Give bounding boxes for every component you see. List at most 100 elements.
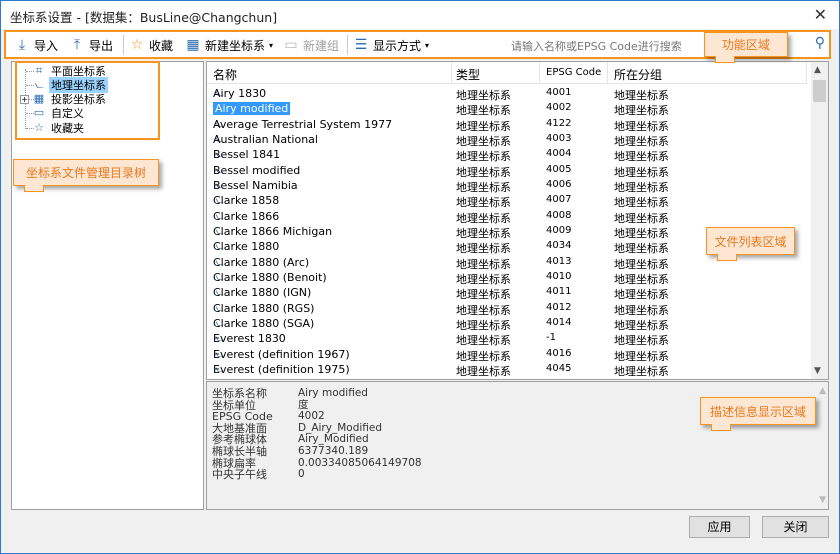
epsg-cell: 4003 — [546, 132, 572, 144]
favorite-label: 收藏 — [149, 38, 174, 53]
table-row[interactable]: ⦦ Clarke 1866 地理坐标系 4008 地理坐标系 — [207, 209, 807, 225]
epsg-cell: 4004 — [546, 148, 572, 160]
epsg-cell: 4045 — [546, 362, 572, 374]
table-row[interactable]: ⦦ Clarke 1880 (RGS) 地理坐标系 4012 地理坐标系 — [207, 301, 807, 317]
name-text: Clarke 1880 (Arc) — [213, 255, 310, 269]
table-row[interactable]: ⦦ Bessel Namibia 地理坐标系 4006 地理坐标系 — [207, 178, 807, 194]
star-icon: ☆ — [130, 37, 144, 53]
description-value: 6377340.189 — [298, 445, 369, 457]
favorite-button[interactable]: ☆ 收藏 — [129, 36, 173, 54]
new-cs-label: 新建坐标系 — [205, 38, 266, 53]
window-title: 坐标系设置 - [数据集：BusLine@Changchun] — [10, 10, 278, 25]
name-text: Bessel Namibia — [213, 178, 298, 192]
table-row[interactable]: ⦦Airy modified 地理坐标系 4002 地理坐标系 — [207, 101, 807, 117]
table-row[interactable]: ⦦ Average Terrestrial System 1977 地理坐标系 4… — [207, 117, 807, 133]
type-cell: 地理坐标系 — [456, 364, 511, 378]
epsg-cell: 4122 — [546, 117, 572, 129]
scrollbar-thumb[interactable] — [813, 80, 826, 102]
close-icon[interactable]: ✕ — [814, 5, 827, 24]
epsg-cell: 4013 — [546, 255, 572, 267]
scroll-down-icon[interactable]: ▼ — [814, 366, 821, 376]
description-label: 坐标系名称 — [212, 387, 267, 400]
display-mode-button[interactable]: ☰ 显示方式 ▾ — [353, 36, 429, 54]
epsg-cell: 4008 — [546, 209, 572, 221]
epsg-cell: -1 — [546, 332, 556, 344]
callout-list: 文件列表区域 — [706, 227, 795, 261]
list-scrollbar[interactable]: ▲ ▼ — [811, 62, 828, 379]
callout-tree: 坐标系文件管理目录树 — [13, 159, 159, 192]
coordinate-system-dialog: 坐标系设置 - [数据集：BusLine@Changchun] ✕ ⤓ 导入 ⤒ 导… — [0, 0, 840, 554]
callout-toolbar: 功能区域 — [704, 32, 788, 63]
name-text: Everest (definition 1967) — [213, 347, 350, 361]
description-value: Airy modified — [298, 387, 368, 399]
table-row[interactable]: ⦦ Airy 1830 地理坐标系 4001 地理坐标系 — [207, 86, 807, 102]
divider — [123, 35, 124, 55]
epsg-cell: 4016 — [546, 347, 572, 359]
description-label: 椭球长半轴 — [212, 445, 267, 458]
scroll-up-icon: ▲ — [819, 386, 826, 396]
epsg-cell: 4005 — [546, 163, 572, 175]
table-row[interactable]: ⦦ Bessel 1841 地理坐标系 4004 地理坐标系 — [207, 147, 807, 163]
table-row[interactable]: ⦦ Bessel modified 地理坐标系 4005 地理坐标系 — [207, 163, 807, 179]
name-text: Clarke 1880 (Benoit) — [213, 270, 327, 284]
epsg-cell: 4012 — [546, 301, 572, 313]
column-name[interactable]: 名称 — [213, 66, 237, 83]
name-text: Clarke 1880 (SGA) — [213, 316, 315, 330]
file-list: 名称 类型 EPSG Code 所在分组 ⦦ Airy 1830 地理坐标系 40… — [206, 61, 829, 380]
column-type[interactable]: 类型 — [456, 66, 480, 83]
close-button[interactable]: 关闭 — [762, 516, 829, 538]
table-row[interactable]: ⦦ Clarke 1880 (Benoit) 地理坐标系 4010 地理坐标系 — [207, 270, 807, 286]
name-text: Clarke 1866 — [213, 209, 280, 223]
name-text: Airy 1830 — [213, 87, 267, 100]
epsg-cell: 4011 — [546, 286, 572, 298]
table-row[interactable]: ⦦ Everest 1830 地理坐标系 -1 地理坐标系 — [207, 331, 807, 347]
search-input[interactable]: 请输入名称或EPSG Code进行搜索 — [511, 38, 682, 54]
description-value: 0.00334085064149708 — [298, 456, 422, 469]
export-button[interactable]: ⤒ 导出 — [69, 36, 113, 54]
scroll-down-icon: ▼ — [819, 495, 826, 505]
name-text: Everest 1830 — [213, 332, 286, 346]
table-row[interactable]: ⦦ Everest (definition 1967) 地理坐标系 4016 地理… — [207, 347, 807, 363]
name-text: Clarke 1880 (IGN) — [213, 286, 312, 300]
name-text: Clarke 1866 Michigan — [213, 224, 333, 238]
export-label: 导出 — [89, 38, 114, 53]
callout-description: 描述信息显示区域 — [700, 397, 816, 431]
list-view-icon: ☰ — [354, 37, 368, 53]
new-coordinate-system-button[interactable]: ▦ 新建坐标系 ▾ — [185, 36, 273, 54]
title-bar: 坐标系设置 - [数据集：BusLine@Changchun] ✕ — [1, 1, 839, 29]
display-mode-label: 显示方式 — [373, 38, 422, 53]
table-row[interactable]: ⦦ Clarke 1880 (IGN) 地理坐标系 4011 地理坐标系 — [207, 285, 807, 301]
name-text: Clarke 1880 — [213, 240, 280, 254]
apply-button[interactable]: 应用 — [689, 516, 750, 538]
table-row[interactable]: ⦦ Clarke 1858 地理坐标系 4007 地理坐标系 — [207, 193, 807, 209]
table-row[interactable]: ⦦ Australian National 地理坐标系 4003 地理坐标系 — [207, 132, 807, 148]
new-group-button[interactable]: ▭ 新建组 — [283, 36, 339, 54]
name-text: Everest (definition 1975) — [213, 362, 350, 376]
dropdown-arrow-icon: ▾ — [269, 40, 274, 50]
import-label: 导入 — [34, 38, 59, 53]
description-label: 中央子午线 — [212, 468, 267, 482]
description-value: 0 — [298, 468, 305, 481]
table-row[interactable]: ⦦ Everest (definition 1975) 地理坐标系 4045 地理… — [207, 362, 807, 378]
name-text: Airy modified — [213, 102, 291, 116]
new-coordinate-system-icon: ▦ — [186, 37, 200, 53]
import-icon: ⤓ — [18, 37, 26, 53]
name-text: Clarke 1880 (RGS) — [213, 301, 315, 315]
dropdown-arrow-icon: ▾ — [425, 40, 430, 50]
epsg-cell: 4010 — [546, 270, 572, 282]
column-epsg[interactable]: EPSG Code — [546, 67, 601, 78]
folder-icon: ▭ — [284, 37, 298, 53]
import-button[interactable]: ⤓ 导入 — [14, 36, 58, 54]
search-icon[interactable]: ⚲ — [815, 35, 825, 51]
name-text: Average Terrestrial System 1977 — [213, 117, 393, 131]
epsg-cell: 4009 — [546, 224, 572, 236]
export-icon: ⤒ — [73, 37, 81, 53]
tree-highlight-frame — [15, 61, 160, 140]
column-group[interactable]: 所在分组 — [614, 66, 662, 83]
scroll-up-icon[interactable]: ▲ — [814, 65, 821, 75]
epsg-cell: 4001 — [546, 87, 572, 98]
table-row[interactable]: ⦦ Clarke 1880 (SGA) 地理坐标系 4014 地理坐标系 — [207, 316, 807, 332]
name-text: Bessel 1841 — [213, 148, 281, 162]
name-text: Australian National — [213, 132, 318, 146]
name-text: Clarke 1858 — [213, 194, 280, 208]
